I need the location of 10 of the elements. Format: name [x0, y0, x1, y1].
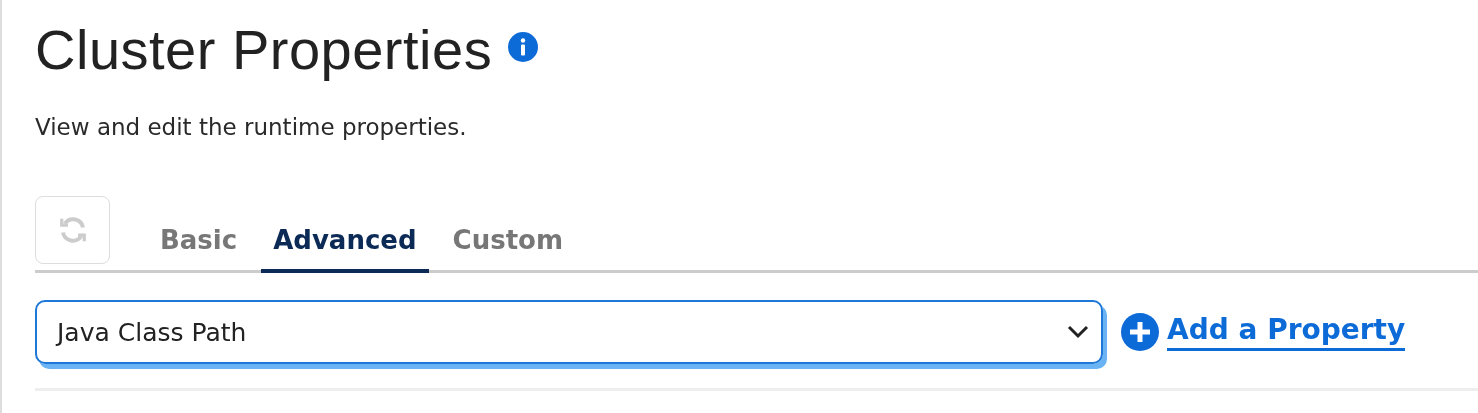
tab[interactable]: Advanced [261, 225, 429, 273]
plus-circle-icon [1121, 313, 1159, 351]
page-description: View and edit the runtime properties. [35, 114, 468, 140]
page-title: Cluster Properties [35, 17, 493, 83]
tab[interactable]: Basic [148, 225, 250, 273]
refresh-icon [57, 215, 88, 245]
chevron-down-icon [1067, 325, 1089, 339]
add-property-link[interactable]: Add a Property [1121, 313, 1406, 351]
info-icon[interactable] [508, 32, 539, 62]
tab[interactable]: Custom [440, 225, 576, 273]
